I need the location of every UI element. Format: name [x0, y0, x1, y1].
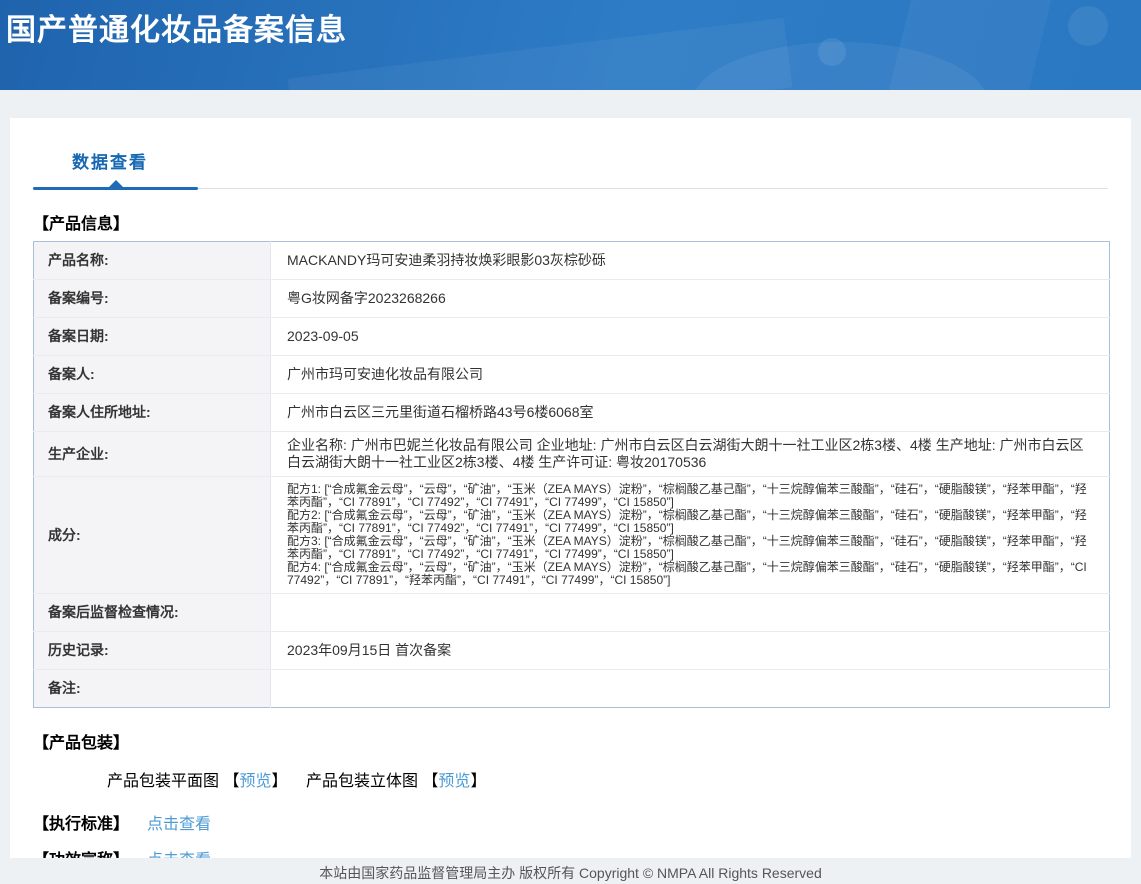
packaging-stereo-item: 产品包装立体图 【预览】: [306, 767, 487, 791]
row-value: 广州市白云区三元里街道石榴桥路43号6楼6068室: [270, 393, 1110, 432]
tab-data-view[interactable]: 数据查看: [72, 148, 148, 173]
ingredient-formula-4: 配方4: [“合成氟金云母”，“云母”，“矿油”，“玉米（ZEA MAYS）淀粉…: [287, 560, 1087, 587]
row-label: 备注:: [33, 669, 271, 708]
bracket-close: 】: [470, 773, 487, 790]
ingredient-formula-3: 配方3: [“合成氟金云母”，“云母”，“矿油”，“玉米（ZEA MAYS）淀粉…: [287, 534, 1087, 561]
row-label: 历史记录:: [33, 631, 271, 670]
packaging-flat-item: 产品包装平面图 【预览】: [107, 767, 288, 791]
packaging-stereo-label: 产品包装立体图: [305, 773, 423, 790]
row-value: 粤G妆网备字2023268266: [270, 279, 1110, 318]
footer-copyright: 本站由国家药品监督管理局主办 版权所有 Copyright © NMPA All…: [319, 865, 822, 881]
page-title: 国产普通化妆品备案信息: [6, 14, 347, 47]
table-row-manufacturer: 生产企业: 企业名称: 广州市巴妮兰化妆品有限公司 企业地址: 广州市白云区白云…: [33, 431, 1110, 477]
page-banner: 国产普通化妆品备案信息: [0, 0, 1141, 90]
product-info-section-title: 【产品信息】: [33, 216, 130, 233]
row-value: 企业名称: 广州市巴妮兰化妆品有限公司 企业地址: 广州市白云区白云湖街大朗十一…: [270, 431, 1110, 477]
execution-standard-view-link[interactable]: 点击查看: [147, 816, 211, 833]
packaging-row: 产品包装平面图 【预览】 产品包装立体图 【预览】: [107, 767, 1131, 791]
content-card: 数据查看 【产品信息】 产品名称: MACKANDY玛可安迪柔羽持妆焕彩眼影03…: [10, 118, 1131, 869]
row-label: 备案编号:: [33, 279, 271, 318]
row-label: 备案日期:: [33, 317, 271, 356]
table-row-supervision: 备案后监督检查情况:: [33, 593, 1110, 632]
row-value: 广州市玛可安迪化妆品有限公司: [270, 355, 1110, 394]
execution-standard-title: 【执行标准】: [33, 816, 130, 833]
row-label: 备案人:: [33, 355, 271, 394]
table-row-record-no: 备案编号: 粤G妆网备字2023268266: [33, 279, 1110, 318]
bracket-open: 【: [422, 773, 439, 790]
row-value: 2023年09月15日 首次备案: [270, 631, 1110, 670]
row-label: 备案后监督检查情况:: [33, 593, 271, 632]
product-info-table: 产品名称: MACKANDY玛可安迪柔羽持妆焕彩眼影03灰棕砂砾 备案编号: 粤…: [33, 241, 1110, 708]
packaging-flat-preview-link[interactable]: 预览: [239, 773, 271, 790]
table-row-registrant-address: 备案人住所地址: 广州市白云区三元里街道石榴桥路43号6楼6068室: [33, 393, 1110, 432]
row-value: 2023-09-05: [270, 317, 1110, 356]
table-row-product-name: 产品名称: MACKANDY玛可安迪柔羽持妆焕彩眼影03灰棕砂砾: [33, 241, 1110, 280]
table-row-ingredients: 成分: 配方1: [“合成氟金云母”，“云母”，“矿油”，“玉米（ZEA MAY…: [33, 476, 1110, 594]
row-value: MACKANDY玛可安迪柔羽持妆焕彩眼影03灰棕砂砾: [270, 241, 1110, 280]
row-value: [271, 670, 1110, 708]
tab-arrow-icon: [108, 180, 124, 188]
table-row-remark: 备注:: [33, 669, 1110, 708]
tab-underline: [33, 180, 1108, 190]
execution-standard-row: 【执行标准】 点击查看: [33, 810, 1108, 834]
bracket-close: 】: [271, 773, 288, 790]
page-footer: 本站由国家药品监督管理局主办 版权所有 Copyright © NMPA All…: [0, 858, 1141, 884]
bracket-open: 【: [223, 773, 240, 790]
row-label: 产品名称:: [33, 241, 271, 280]
row-value: [270, 593, 1110, 632]
table-row-history: 历史记录: 2023年09月15日 首次备案: [33, 631, 1110, 670]
packaging-stereo-preview-link[interactable]: 预览: [438, 773, 470, 790]
row-label: 成分:: [33, 476, 271, 594]
ingredient-formula-2: 配方2: [“合成氟金云母”，“云母”，“矿油”，“玉米（ZEA MAYS）淀粉…: [287, 508, 1087, 535]
table-row-record-date: 备案日期: 2023-09-05: [33, 317, 1110, 356]
row-label: 备案人住所地址:: [33, 393, 271, 432]
packaging-section-title: 【产品包装】: [33, 735, 130, 752]
row-label: 生产企业:: [33, 431, 271, 477]
row-value: 配方1: [“合成氟金云母”，“云母”，“矿油”，“玉米（ZEA MAYS）淀粉…: [270, 476, 1110, 594]
table-row-registrant: 备案人: 广州市玛可安迪化妆品有限公司: [33, 355, 1110, 394]
ingredient-formula-1: 配方1: [“合成氟金云母”，“云母”，“矿油”，“玉米（ZEA MAYS）淀粉…: [287, 482, 1087, 509]
packaging-flat-label: 产品包装平面图: [107, 773, 224, 790]
tab-divider: [198, 188, 1108, 189]
